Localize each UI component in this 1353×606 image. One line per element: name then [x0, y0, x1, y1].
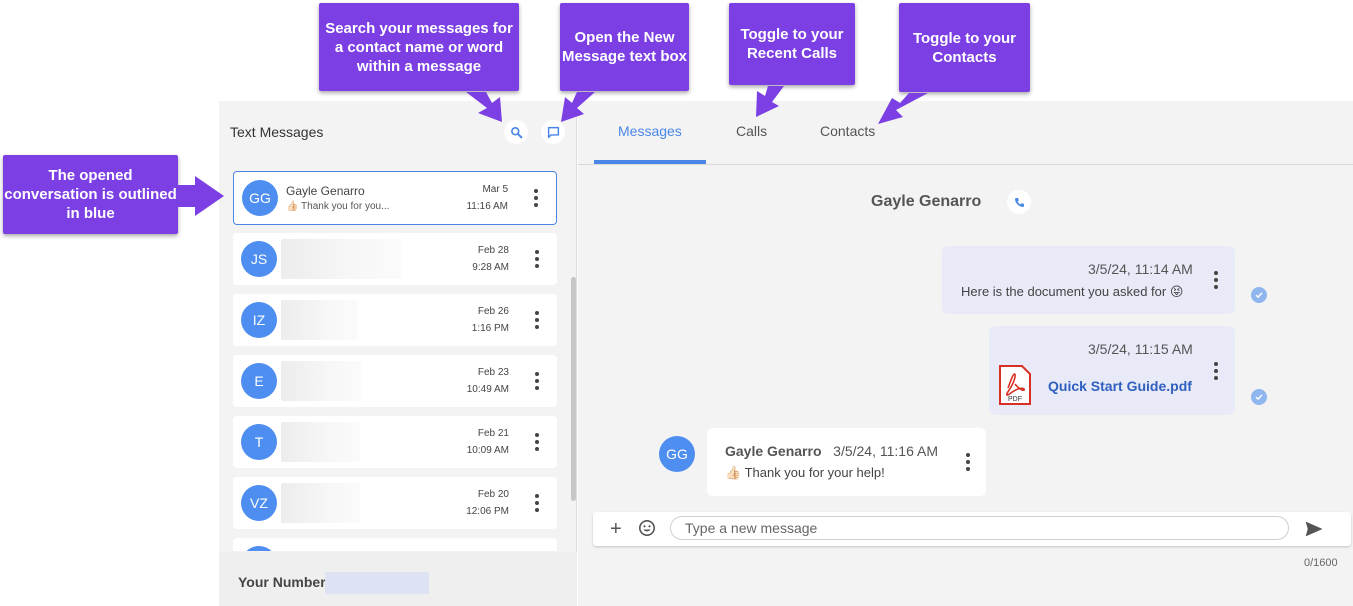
avatar: GG — [659, 436, 695, 472]
message-input[interactable] — [670, 516, 1289, 540]
conversation-date: Feb 23 — [477, 367, 509, 378]
redacted-contact — [281, 361, 361, 401]
delivered-check-icon — [1251, 389, 1267, 405]
more-options-icon[interactable] — [966, 453, 970, 471]
conversation-time: 1:16 PM — [471, 323, 509, 334]
callout-contacts: Toggle to your Contacts — [899, 3, 1030, 92]
your-number-redacted — [325, 572, 429, 594]
search-button[interactable] — [504, 120, 528, 144]
message-sender: Gayle Genarro — [725, 443, 822, 459]
active-tab-indicator — [594, 160, 706, 164]
more-options-icon[interactable] — [535, 311, 539, 329]
conversation-list: GG Gayle Genarro 👍🏻 Thank you for you...… — [219, 165, 577, 551]
your-number-label: Your Number: — [238, 574, 331, 590]
avatar: GG — [242, 180, 278, 216]
avatar: VZ — [241, 485, 277, 521]
your-number-bar: Your Number: — [219, 552, 577, 606]
tab-contacts[interactable]: Contacts — [820, 123, 875, 139]
more-options-icon[interactable] — [535, 494, 539, 512]
conversation-item[interactable]: JS Feb 28 9:28 AM — [233, 233, 557, 285]
tab-messages[interactable]: Messages — [618, 123, 682, 139]
message-text: 👍🏻 Thank you for your help! — [725, 465, 885, 480]
avatar: T — [241, 424, 277, 460]
conversation-item[interactable]: VZ Feb 20 12:06 PM — [233, 477, 557, 529]
conversation-panel: Messages Calls Contacts Gayle Genarro 3/… — [578, 101, 1353, 606]
conversation-date: Feb 28 — [477, 245, 509, 256]
conversation-date: Feb 26 — [477, 306, 509, 317]
conversation-item[interactable]: T Feb 21 10:09 AM — [233, 416, 557, 468]
search-icon — [510, 126, 522, 138]
phone-icon — [1014, 197, 1024, 207]
conversation-preview: 👍🏻 Thank you for you... — [286, 201, 390, 212]
message-time: 3/5/24, 11:14 AM — [1088, 261, 1193, 277]
redacted-contact — [281, 483, 360, 523]
panel-title: Text Messages — [230, 124, 324, 140]
conversation-time: 10:09 AM — [466, 445, 509, 456]
callout-new-message: Open the New Message text box — [560, 3, 689, 91]
conversation-time: 11:16 AM — [466, 201, 508, 212]
more-options-icon[interactable] — [534, 189, 538, 207]
message-incoming: Gayle Genarro 3/5/24, 11:16 AM 👍🏻 Thank … — [707, 428, 986, 496]
tab-calls[interactable]: Calls — [736, 123, 767, 139]
more-options-icon[interactable] — [535, 372, 539, 390]
avatar — [241, 546, 277, 551]
callout-opened-conversation: The opened conversation is outlined in b… — [3, 155, 178, 234]
redacted-contact — [281, 239, 401, 279]
message-outgoing: 3/5/24, 11:14 AM Here is the document yo… — [942, 246, 1235, 314]
avatar: E — [241, 363, 277, 399]
more-options-icon[interactable] — [1214, 271, 1218, 289]
send-icon[interactable] — [1304, 519, 1324, 539]
more-options-icon[interactable] — [535, 433, 539, 451]
list-scrollbar[interactable] — [571, 277, 576, 501]
pdf-file-icon: PDF — [999, 365, 1031, 405]
emoji-icon[interactable] — [638, 519, 656, 537]
more-options-icon[interactable] — [1214, 362, 1218, 380]
new-message-button[interactable] — [541, 120, 565, 144]
redacted-contact — [281, 300, 358, 340]
avatar: IZ — [241, 302, 277, 338]
pdf-badge: PDF — [1008, 396, 1022, 403]
conversations-header: Text Messages — [219, 101, 577, 161]
conversation-item-gayle-genarro[interactable]: GG Gayle Genarro 👍🏻 Thank you for you...… — [233, 171, 557, 225]
message-time: 3/5/24, 11:16 AM — [833, 443, 938, 459]
callout-calls: Toggle to your Recent Calls — [729, 3, 855, 85]
conversation-time: 10:49 AM — [466, 384, 509, 395]
conversation-date: Feb 20 — [477, 489, 509, 500]
call-button[interactable] — [1007, 190, 1031, 214]
message-attachment: 3/5/24, 11:15 AM PDF Quick Start Guide.p… — [989, 326, 1235, 415]
avatar: JS — [241, 241, 277, 277]
callout-search: Search your messages for a contact name … — [319, 3, 519, 91]
attachment-link[interactable]: Quick Start Guide.pdf — [1048, 378, 1192, 394]
conversation-item-partial[interactable] — [233, 538, 557, 551]
message-time: 3/5/24, 11:15 AM — [1088, 341, 1193, 357]
conversation-item[interactable]: E Feb 23 10:49 AM — [233, 355, 557, 407]
conversation-name: Gayle Genarro — [286, 184, 365, 198]
message-text: Here is the document you asked for 😝 — [961, 284, 1184, 299]
delivered-check-icon — [1251, 287, 1267, 303]
conversation-time: 9:28 AM — [472, 262, 509, 273]
contact-name: Gayle Genarro — [871, 193, 982, 210]
conversations-panel: Text Messages GG Gayle Genarro 👍🏻 Thank … — [219, 101, 577, 606]
tab-bar: Messages Calls Contacts — [578, 101, 1353, 165]
add-attachment-button[interactable]: + — [610, 517, 622, 541]
conversation-date: Feb 21 — [477, 428, 509, 439]
redacted-contact — [281, 422, 360, 462]
conversation-date: Mar 5 — [482, 184, 508, 195]
conversation-item[interactable]: IZ Feb 26 1:16 PM — [233, 294, 557, 346]
chat-bubble-icon — [547, 126, 559, 138]
conversation-time: 12:06 PM — [466, 506, 509, 517]
character-count: 0/1600 — [1304, 557, 1338, 569]
arrow-to-opened-conversation — [178, 176, 224, 216]
message-composer: + — [593, 512, 1351, 546]
more-options-icon[interactable] — [535, 250, 539, 268]
